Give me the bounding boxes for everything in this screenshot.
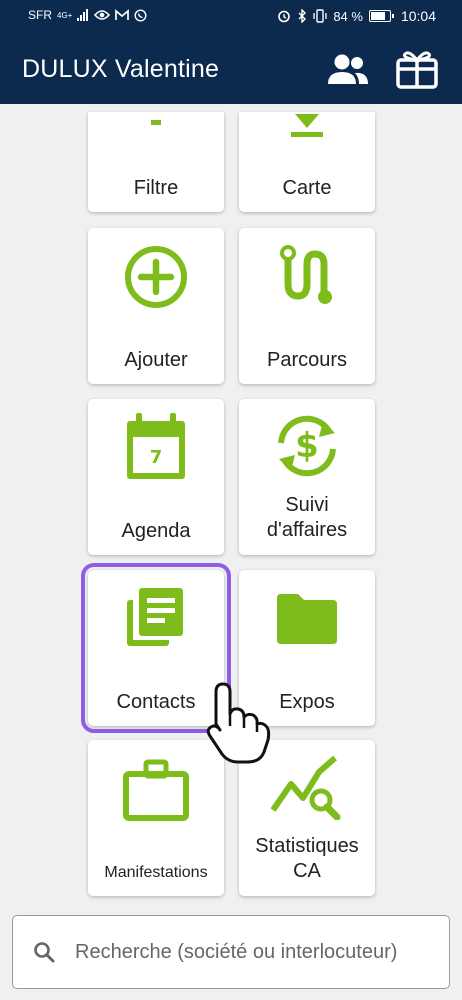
tile-suivi-affaires[interactable]: $ Suivi d'affaires [239,399,375,555]
bluetooth-icon [298,9,307,23]
dollar-sync-icon: $ [278,415,336,477]
battery-percent: 84 % [333,8,363,24]
users-button[interactable] [324,46,370,92]
tile-filtre[interactable]: Filtre [88,112,224,212]
users-icon [328,54,368,84]
contacts-icon [127,588,183,646]
search-bar[interactable]: Recherche (société ou interlocuteur) [12,915,450,989]
briefcase-icon [123,759,189,821]
download-icon [291,114,323,137]
search-icon [34,942,55,963]
tile-parcours[interactable]: Parcours [239,228,375,384]
tile-label: Agenda [121,520,191,542]
gift-button[interactable] [394,46,440,92]
network-label: 4G+ [57,10,73,20]
whatsapp-icon [134,8,147,22]
vibrate-icon [313,9,327,23]
tile-carte[interactable]: Carte [239,112,375,212]
tile-label: Carte [282,177,332,199]
calendar-day: 7 [150,447,163,468]
gift-icon [396,51,438,89]
pointer-hand-icon [206,682,271,764]
stats-search-icon [270,755,341,820]
battery-fill [370,12,386,20]
tile-agenda[interactable]: 7 Agenda [88,399,224,555]
eye-icon [94,10,111,20]
folder-icon [277,594,337,644]
alarm-icon [278,10,291,23]
gmail-icon [115,9,130,20]
tile-label: Filtre [133,177,179,199]
search-input[interactable]: Recherche (société ou interlocuteur) [75,941,397,964]
tile-label: Ajouter [124,349,188,371]
app-bar: DULUX Valentine [0,32,462,104]
app-title: DULUX Valentine [22,55,220,83]
route-icon [280,245,332,304]
tile-label: Statistiques CA [255,835,359,882]
add-circle-icon [125,246,187,308]
status-left: SFR 4G+ [28,8,147,22]
tile-label: Parcours [266,349,348,371]
clock: 10:04 [400,8,436,24]
tile-ajouter[interactable]: Ajouter [88,228,224,384]
status-right: 84 % 10:04 [277,8,436,24]
calendar-icon: 7 [127,413,185,479]
battery-icon [368,10,394,22]
tile-label: Manifestations [104,864,208,881]
status-bar: SFR 4G+ 84 % 10:04 [0,0,462,32]
svg-text:$: $ [295,426,319,466]
filter-icon [151,120,161,125]
tile-label: Suivi d'affaires [266,494,348,541]
carrier-label: SFR [28,8,52,22]
signal-icon [77,9,89,21]
